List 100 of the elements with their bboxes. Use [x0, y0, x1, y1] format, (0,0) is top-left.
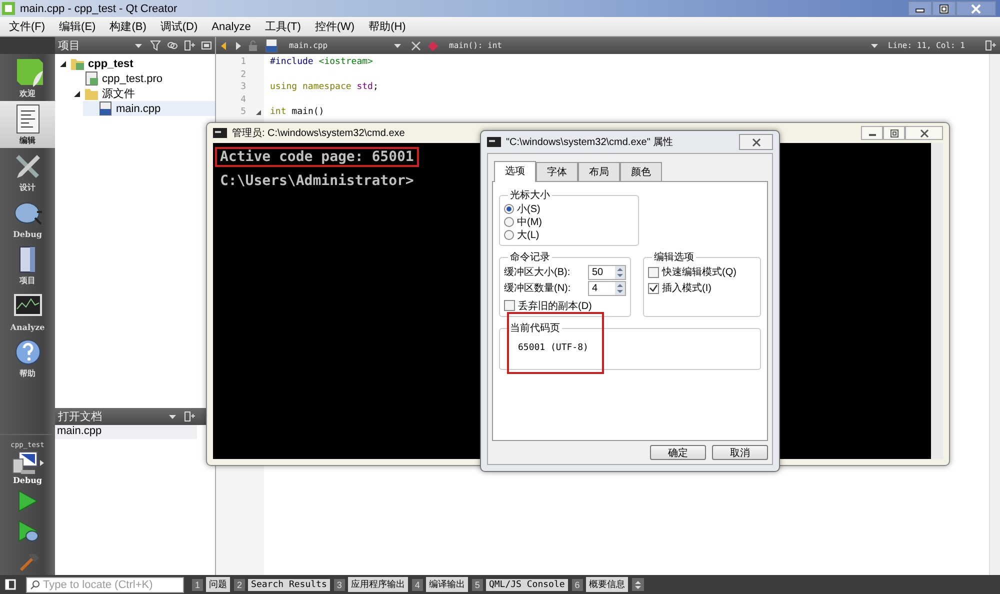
close-icon[interactable]	[411, 40, 421, 50]
dialog-title: "C:\windows\system32\cmd.exe" 属性	[506, 136, 674, 149]
mode-tab[interactable]: Analyze	[0, 288, 55, 334]
play-bug-icon	[16, 520, 38, 542]
radio-button[interactable]	[504, 204, 514, 214]
mode-tab[interactable]: 欢迎	[0, 54, 55, 101]
filter-icon[interactable]	[150, 40, 161, 51]
menu-item[interactable]: 调试(D)	[153, 19, 205, 34]
group-title: 光标大小	[509, 188, 551, 202]
file-selector[interactable]: main.cpp	[285, 41, 405, 50]
menu-item[interactable]: Analyze	[204, 20, 258, 32]
sidebar-toggle[interactable]	[4, 578, 16, 590]
tree-item[interactable]: 源文件	[69, 86, 215, 101]
expanded-icon[interactable]	[59, 58, 67, 68]
tab[interactable]: 字体	[536, 162, 578, 181]
mode-tab[interactable]: 帮助	[0, 334, 55, 381]
menu-item[interactable]: 文件(F)	[2, 19, 52, 34]
mode-tab[interactable]: 项目	[0, 241, 55, 288]
tree-item[interactable]: main.cpp	[83, 101, 215, 116]
scrollbar[interactable]	[931, 143, 943, 459]
mode-tab[interactable]: Debug	[0, 195, 55, 241]
terminal-icon	[487, 137, 501, 147]
checkbox[interactable]	[648, 266, 659, 278]
option-label: 大(L)	[517, 228, 540, 242]
window-title: main.cpp - cpp_test - Qt Creator	[20, 2, 178, 14]
document-item[interactable]: main.cpp	[55, 425, 197, 439]
spin-arrows-icon[interactable]	[615, 266, 625, 278]
terminal-icon	[213, 128, 227, 138]
menu-item[interactable]: 构建(B)	[102, 19, 154, 34]
close-button[interactable]	[905, 126, 943, 140]
line-number: 4	[240, 94, 246, 106]
minimize-button[interactable]	[861, 126, 883, 140]
symbol-selector[interactable]: main(): int	[445, 41, 882, 50]
radio-button[interactable]	[504, 216, 514, 226]
close-icon	[752, 138, 760, 146]
item-label: cpp_test	[88, 58, 134, 70]
fold-icon[interactable]	[254, 109, 262, 116]
caret-icon	[40, 460, 44, 466]
split-icon[interactable]	[184, 40, 195, 51]
forward-icon[interactable]	[234, 40, 242, 50]
project-icon	[70, 56, 85, 71]
spin-arrows-icon[interactable]	[615, 282, 625, 294]
restore-button[interactable]	[932, 1, 956, 16]
tab[interactable]: 颜色	[620, 162, 662, 181]
menu-item[interactable]: 控件(W)	[308, 19, 362, 34]
menu-item[interactable]: 帮助(H)	[362, 19, 413, 34]
link-icon[interactable]	[167, 40, 178, 51]
line-number: 3	[240, 81, 246, 94]
field-label: 缓冲区数量(N):	[504, 282, 571, 295]
dialog-button[interactable]: 取消	[712, 445, 768, 460]
close-icon	[920, 128, 928, 138]
mode-tab[interactable]: 编辑	[0, 101, 55, 148]
code-line: using namespace std;	[270, 82, 378, 92]
line-number: 2	[240, 68, 246, 82]
line-number: 1	[240, 56, 246, 69]
menu-item[interactable]: 工具(T)	[258, 19, 308, 34]
split-icon[interactable]	[985, 40, 996, 51]
close-pane-icon[interactable]	[201, 40, 212, 51]
number-spinner[interactable]: 4	[588, 280, 626, 296]
tab[interactable]: 选项	[494, 161, 536, 182]
restore-icon	[890, 128, 898, 138]
number-spinner[interactable]: 50	[588, 264, 626, 280]
file-icon	[98, 101, 113, 116]
console-line: C:\Users\Administrator>	[219, 172, 415, 191]
close-button[interactable]	[956, 1, 996, 16]
cursor-position: Line: 11, Col: 1	[888, 41, 965, 50]
option-label: 快速编辑模式(Q)	[662, 266, 736, 279]
option-label: 中(M)	[517, 216, 542, 228]
mode-tab[interactable]: 设计	[0, 148, 55, 195]
dropdown-icon	[870, 44, 878, 48]
pane-title: 项目	[58, 39, 81, 53]
item-label: 源文件	[102, 86, 135, 101]
app-icon	[2, 2, 15, 15]
menu-item[interactable]: 编辑(E)	[52, 19, 103, 34]
checkbox[interactable]	[504, 300, 515, 311]
file-icon	[264, 38, 279, 53]
expanded-icon[interactable]	[73, 88, 81, 98]
locate-field[interactable]: Type to locate (Ctrl+K)	[26, 576, 184, 592]
play-icon	[16, 490, 38, 512]
computer-icon	[11, 451, 39, 475]
tree-item[interactable]: cpp_test.pro	[69, 71, 215, 86]
help-icon	[12, 337, 42, 367]
build-config-selector[interactable]: Debug	[11, 451, 44, 485]
back-icon[interactable]	[220, 40, 228, 50]
split-icon[interactable]	[184, 411, 195, 422]
dialog-button[interactable]: 确定	[650, 445, 706, 460]
group-title: 命令记录	[509, 251, 551, 264]
close-button[interactable]	[739, 134, 773, 150]
item-label: main.cpp	[116, 102, 161, 114]
tree-item[interactable]: cpp_test	[55, 56, 215, 71]
pane-title: 打开文档	[58, 410, 103, 424]
more-button[interactable]	[632, 578, 644, 591]
radio-button[interactable]	[504, 230, 514, 240]
minimize-button[interactable]	[908, 1, 932, 16]
restore-button[interactable]	[883, 126, 905, 140]
tab[interactable]: 布局	[578, 162, 620, 181]
up-down-icon	[634, 580, 642, 590]
code-line: #include <iostream>	[270, 57, 373, 67]
header-bar	[0, 37, 55, 54]
checkbox[interactable]	[648, 282, 659, 294]
